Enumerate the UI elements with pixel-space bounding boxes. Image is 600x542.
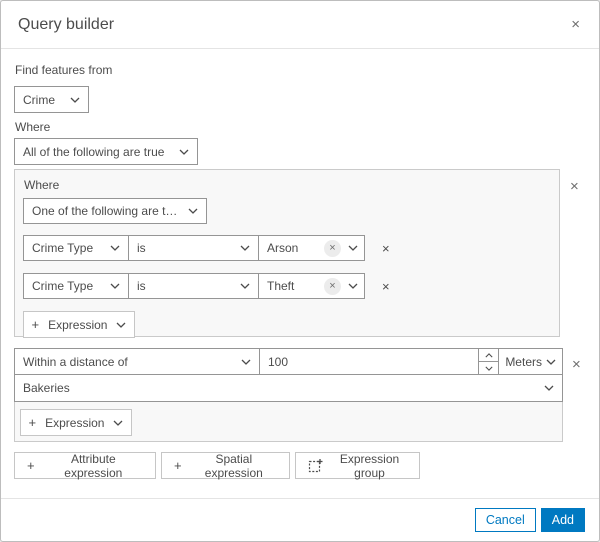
chevron-down-icon xyxy=(544,385,554,391)
logical-operator-select[interactable]: All of the following are true xyxy=(14,138,198,165)
spatial-criteria-row: Within a distance of Meters xyxy=(14,348,563,375)
distance-input[interactable] xyxy=(260,349,479,374)
operator-select[interactable]: is xyxy=(128,273,259,299)
query-builder-dialog: Query builder × Find features from Crime… xyxy=(0,0,600,542)
add-attribute-expression-label: Attribute expression xyxy=(64,451,123,480)
chevron-down-icon xyxy=(179,149,189,155)
chevron-down-icon xyxy=(546,359,556,365)
attribute-expression-group: Where One of the following are tr… Crime… xyxy=(14,169,560,338)
remove-value-icon[interactable]: × xyxy=(324,239,341,257)
chevron-down-icon xyxy=(110,283,120,289)
add-expression-label: Expression xyxy=(48,317,108,332)
field-select[interactable]: Crime Type xyxy=(23,273,129,299)
expression-row: Crime Type is Theft × × xyxy=(23,273,551,299)
field-select-value: Crime Type xyxy=(32,279,94,293)
units-select[interactable]: Meters xyxy=(498,349,562,374)
field-select[interactable]: Crime Type xyxy=(23,235,129,261)
distance-field-wrap xyxy=(259,349,479,374)
layer-select-value: Crime xyxy=(23,92,55,107)
logical-operator-value: All of the following are true xyxy=(23,144,165,159)
add-expression-button[interactable]: + Expression xyxy=(20,409,132,436)
cancel-button[interactable]: Cancel xyxy=(474,508,536,532)
add-expression-button[interactable]: + Expression xyxy=(23,311,135,338)
add-spatial-expression-label: Spatial expression xyxy=(204,451,263,480)
chevron-down-icon xyxy=(116,322,126,328)
value-combobox-value: Theft xyxy=(267,279,295,293)
chevron-down-icon xyxy=(113,420,123,426)
group-where-label: Where xyxy=(24,178,60,192)
plus-icon: + xyxy=(174,458,182,473)
remove-expression-icon[interactable]: × xyxy=(378,278,394,295)
expression-row: Crime Type is Arson × × xyxy=(23,235,551,261)
spatial-expression-group: Within a distance of Meters Bakeries + E… xyxy=(14,348,563,442)
units-select-value: Meters xyxy=(505,354,542,369)
value-combobox-value: Arson xyxy=(267,241,299,255)
dialog-header: Query builder × xyxy=(1,1,599,49)
group-operator-select[interactable]: One of the following are tr… xyxy=(23,198,207,224)
add-expression-label: Expression xyxy=(45,415,105,430)
value-combobox[interactable]: Theft × xyxy=(258,273,365,299)
remove-group-icon[interactable]: × xyxy=(570,355,583,374)
remove-value-icon[interactable]: × xyxy=(324,277,341,295)
distance-stepper xyxy=(478,349,499,374)
field-select-value: Crime Type xyxy=(32,241,94,255)
add-expression-group-label: Expression group xyxy=(339,451,400,480)
chevron-down-icon xyxy=(240,283,250,289)
plus-icon: + xyxy=(27,458,35,473)
chevron-down-icon xyxy=(240,245,250,251)
add-attribute-expression-button[interactable]: + Attribute expression xyxy=(14,451,156,480)
expression-actions: + Attribute expression + Spatial express… xyxy=(14,451,420,480)
spatial-operator-value: Within a distance of xyxy=(23,354,128,369)
page-title: Query builder xyxy=(18,15,115,33)
remove-expression-icon[interactable]: × xyxy=(378,240,394,257)
remove-group-icon[interactable]: × xyxy=(568,177,581,196)
add-spatial-expression-button[interactable]: + Spatial expression xyxy=(161,451,290,480)
chevron-down-icon xyxy=(110,245,120,251)
where-label: Where xyxy=(15,120,51,134)
operator-select[interactable]: is xyxy=(128,235,259,261)
chevron-down-icon xyxy=(348,245,358,251)
expression-group-icon xyxy=(308,458,323,473)
chevron-down-icon xyxy=(188,208,198,214)
chevron-down-icon xyxy=(70,97,80,103)
spatial-operator-select[interactable]: Within a distance of xyxy=(15,349,259,374)
close-icon[interactable]: × xyxy=(569,15,582,34)
add-expression-group-button[interactable]: Expression group xyxy=(295,451,420,480)
find-features-label: Find features from xyxy=(15,63,113,77)
chevron-down-icon xyxy=(348,283,358,289)
operator-select-value: is xyxy=(137,241,146,255)
layer-select[interactable]: Crime xyxy=(14,86,89,113)
plus-icon: + xyxy=(31,317,40,332)
value-combobox[interactable]: Arson × xyxy=(258,235,365,261)
chevron-down-icon xyxy=(241,359,251,365)
target-layer-value: Bakeries xyxy=(23,381,70,395)
operator-select-value: is xyxy=(137,279,146,293)
increment-icon[interactable] xyxy=(479,349,499,361)
add-button[interactable]: Add xyxy=(540,508,585,532)
dialog-footer: Cancel Add xyxy=(1,498,599,541)
target-layer-select[interactable]: Bakeries xyxy=(14,375,563,402)
plus-icon: + xyxy=(28,415,37,430)
decrement-icon[interactable] xyxy=(479,361,499,374)
group-operator-value: One of the following are tr… xyxy=(32,204,180,218)
